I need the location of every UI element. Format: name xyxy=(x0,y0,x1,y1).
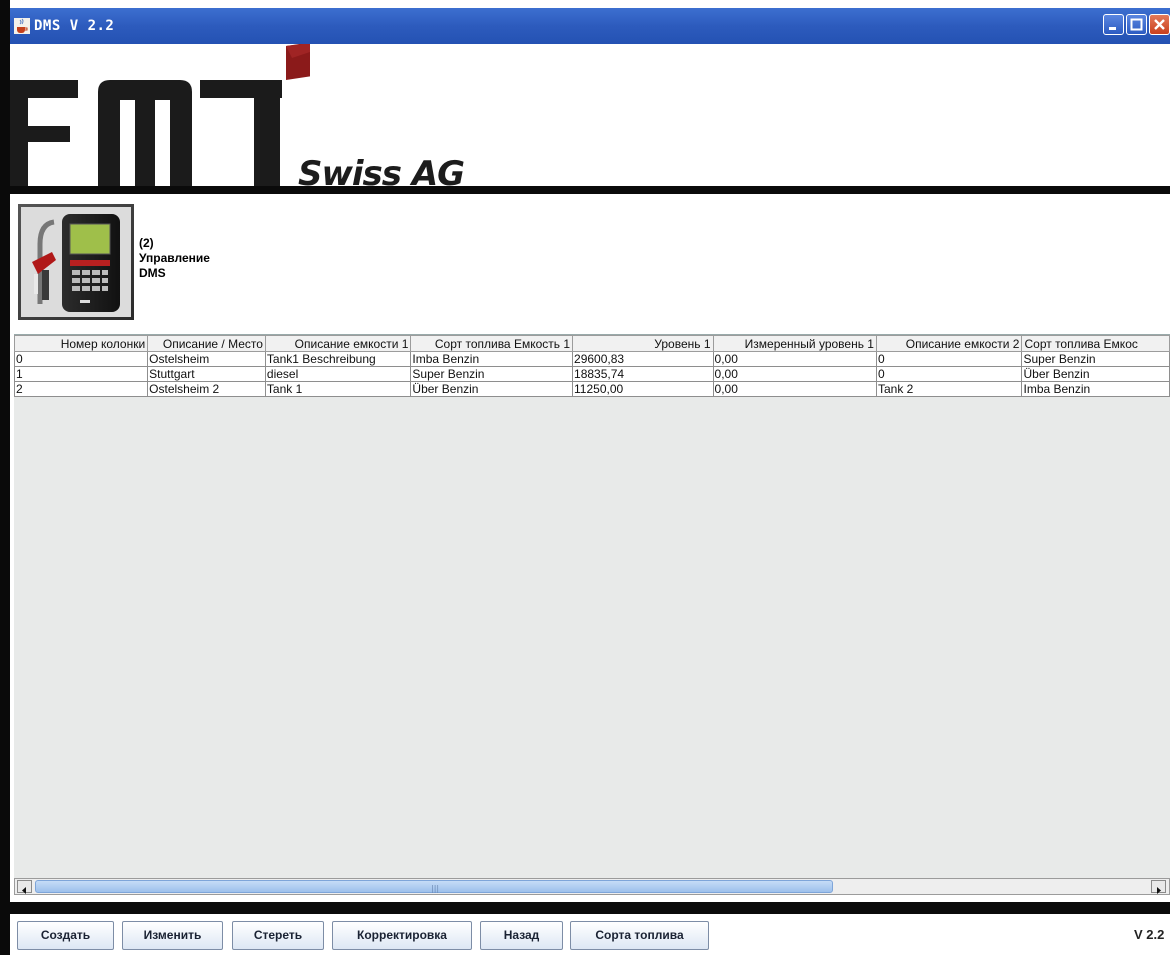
table-cell[interactable]: Tank 1 xyxy=(264,381,412,397)
minimize-icon xyxy=(1109,27,1116,30)
title-bar[interactable]: DMS V 2.2 xyxy=(10,8,1170,44)
table-cell[interactable]: 2 xyxy=(13,381,149,397)
table-cell[interactable]: Ostelsheim 2 xyxy=(147,381,266,397)
arrow-right-icon xyxy=(1157,887,1161,894)
horizontal-scrollbar[interactable]: ||| xyxy=(14,878,1170,895)
maximize-button[interactable] xyxy=(1126,14,1147,35)
table-cell[interactable]: 0 xyxy=(875,351,1023,367)
fuel-types-button[interactable]: Сорта топлива xyxy=(570,921,709,950)
device-id: (2) xyxy=(139,236,154,250)
table-cell[interactable]: 18835,74 xyxy=(572,366,714,382)
delete-button[interactable]: Стереть xyxy=(232,921,324,950)
pump-table[interactable]: Номер колонки Описание / Место Описание … xyxy=(13,335,1170,397)
table-cell[interactable]: Super Benzin xyxy=(1021,351,1170,367)
fuel-terminal-image xyxy=(18,204,134,320)
column-header[interactable]: Сорт топлива Емкость 1 xyxy=(410,335,574,352)
table-cell[interactable]: diesel xyxy=(264,366,412,382)
table-row[interactable]: 2 Ostelsheim 2 Tank 1 Über Benzin 11250,… xyxy=(13,381,1170,397)
table-cell[interactable]: 0 xyxy=(13,351,149,367)
table-cell[interactable]: 0,00 xyxy=(712,351,877,367)
arrow-left-icon xyxy=(22,887,26,894)
column-header[interactable]: Описание емкости 2 xyxy=(875,335,1023,352)
banner-divider xyxy=(10,186,1170,194)
column-header[interactable]: Уровень 1 xyxy=(572,335,714,352)
close-button[interactable] xyxy=(1149,14,1170,35)
maximize-icon xyxy=(1130,18,1143,31)
table-cell[interactable]: 1 xyxy=(13,366,149,382)
column-header[interactable]: Описание / Место xyxy=(147,335,266,352)
column-header[interactable]: Описание емкости 1 xyxy=(264,335,412,352)
column-header[interactable]: Измеренный уровень 1 xyxy=(712,335,877,352)
app-window: DMS V 2.2 Swiss AG (2) Управление DMS Но… xyxy=(0,0,1170,955)
edit-button[interactable]: Изменить xyxy=(122,921,223,950)
table-cell[interactable]: Super Benzin xyxy=(410,366,574,382)
table-cell[interactable]: Stuttgart xyxy=(147,366,266,382)
minimize-button[interactable] xyxy=(1103,14,1124,35)
fmt-logo xyxy=(10,44,310,186)
table-row[interactable]: 1 Stuttgart diesel Super Benzin 18835,74… xyxy=(13,366,1170,382)
back-button[interactable]: Назад xyxy=(480,921,563,950)
table-cell[interactable]: Imba Benzin xyxy=(410,351,574,367)
close-icon xyxy=(1154,19,1165,30)
table-cell[interactable]: Über Benzin xyxy=(410,381,574,397)
column-header[interactable]: Сорт топлива Емкос xyxy=(1021,335,1170,352)
java-cup-icon xyxy=(14,18,30,34)
scroll-right-button[interactable] xyxy=(1151,880,1166,894)
scroll-thumb[interactable]: ||| xyxy=(35,880,833,893)
device-section: Управление xyxy=(139,251,210,265)
version-label: V 2.2 xyxy=(1134,927,1165,942)
table-row[interactable]: 0 Ostelsheim Tank1 Beschreibung Imba Ben… xyxy=(13,351,1170,367)
pump-table-viewport[interactable]: Номер колонки Описание / Место Описание … xyxy=(13,334,1170,879)
table-cell[interactable]: 0,00 xyxy=(712,366,877,382)
table-cell[interactable]: 0 xyxy=(875,366,1023,382)
device-caption: (2) Управление DMS xyxy=(139,236,210,281)
grip-icon: ||| xyxy=(431,884,440,893)
table-cell[interactable]: Imba Benzin xyxy=(1021,381,1170,397)
footer-divider xyxy=(10,902,1170,914)
window-top-edge xyxy=(10,0,1170,8)
device-type: DMS xyxy=(139,266,166,280)
scroll-left-button[interactable] xyxy=(17,880,32,894)
table-cell[interactable]: 29600,83 xyxy=(572,351,714,367)
table-cell[interactable]: 11250,00 xyxy=(572,381,714,397)
column-header[interactable]: Номер колонки xyxy=(13,335,149,352)
table-cell[interactable]: Tank1 Beschreibung xyxy=(264,351,412,367)
table-cell[interactable]: Tank 2 xyxy=(875,381,1023,397)
window-left-border xyxy=(0,0,10,955)
table-cell[interactable]: Ostelsheim xyxy=(147,351,266,367)
create-button[interactable]: Создать xyxy=(17,921,114,950)
table-header-row: Номер колонки Описание / Место Описание … xyxy=(13,335,1170,352)
table-cell[interactable]: Über Benzin xyxy=(1021,366,1170,382)
correction-button[interactable]: Корректировка xyxy=(332,921,472,950)
window-title: DMS V 2.2 xyxy=(34,18,115,34)
logo-banner: Swiss AG xyxy=(10,44,1170,194)
table-cell[interactable]: 0,00 xyxy=(712,381,877,397)
